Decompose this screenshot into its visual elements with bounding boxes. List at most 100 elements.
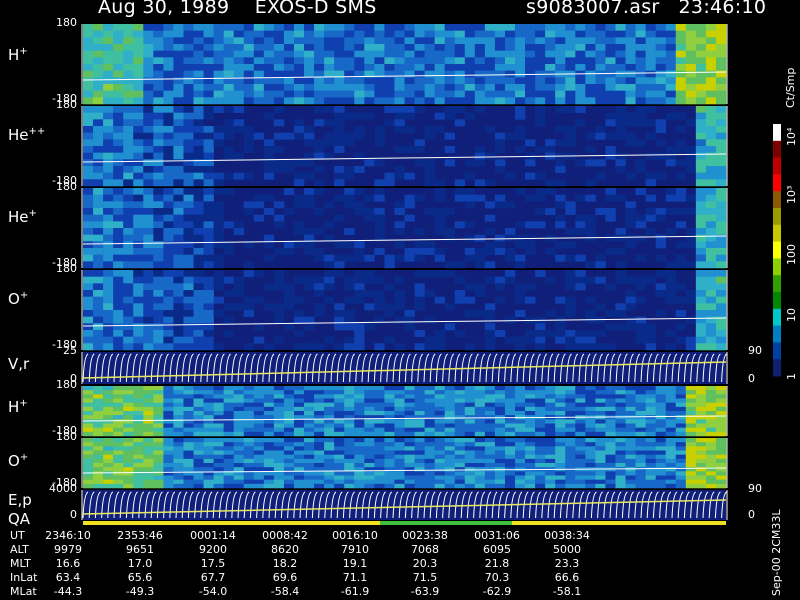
spectrogram-cell — [223, 463, 235, 468]
spectrogram-cell — [715, 90, 727, 98]
spectrogram-cell — [263, 254, 275, 262]
spectrogram-cell — [655, 390, 667, 395]
spectrogram-cell — [223, 90, 235, 98]
spectrogram-cell — [344, 57, 355, 65]
spectrogram-cell — [504, 24, 516, 31]
spectrogram-cell — [454, 179, 466, 187]
spectrogram-cell — [555, 411, 566, 416]
spectrogram-cell — [223, 152, 235, 160]
spectrogram-cell — [685, 241, 697, 249]
spectrogram-cell — [143, 398, 154, 403]
spectrogram-cell — [253, 77, 265, 85]
spectrogram-cell — [695, 106, 707, 113]
spectrogram-cell — [203, 442, 214, 447]
spectrogram-cell — [404, 479, 415, 485]
spectrogram-cell — [404, 310, 415, 317]
spectrogram-cell — [605, 454, 616, 460]
spectrogram-cell — [344, 419, 355, 424]
spectrogram-cell — [615, 471, 626, 476]
spectrogram-cell — [565, 431, 576, 437]
spectrogram-cell — [183, 139, 194, 147]
spectrogram-cell — [545, 423, 556, 428]
spectrogram-cell — [364, 398, 375, 403]
spectrogram-cell — [213, 310, 224, 317]
table-cell: 0038:34 — [544, 529, 590, 542]
spectrogram-cell — [675, 475, 687, 480]
spectrogram-cell — [464, 248, 476, 255]
spectrogram-cell — [715, 402, 727, 408]
spectrogram-cell — [103, 194, 114, 202]
spectrogram-cell — [394, 471, 405, 476]
spectrogram-cell — [93, 37, 104, 45]
spectrogram-cell — [293, 44, 305, 51]
spectrogram-cell — [515, 296, 526, 304]
spectrogram-cell — [273, 427, 285, 433]
spectrogram-cell — [545, 438, 556, 443]
spectrogram-cell — [525, 431, 536, 437]
spectrogram-cell — [83, 467, 94, 472]
spectrogram-cell — [223, 411, 235, 416]
spectrogram-cell — [454, 24, 466, 31]
spectrogram-cell — [585, 438, 596, 443]
spectrogram-cell — [273, 483, 285, 489]
spectrogram-cell — [615, 37, 626, 45]
spectrogram-cell — [83, 228, 94, 235]
spectrogram-cell — [314, 454, 325, 460]
spectrogram-cell — [193, 261, 204, 269]
spectrogram-cell — [575, 446, 586, 451]
header-file: s9083007.asr — [526, 0, 660, 18]
spectrogram-cell — [424, 50, 435, 58]
spectrogram-cell — [314, 37, 325, 45]
spectrogram-cell — [665, 90, 677, 98]
spectrogram-cell — [203, 221, 214, 229]
spectrogram-cell — [83, 37, 94, 45]
spectrogram-cell — [675, 194, 687, 202]
spectrogram-cell — [374, 398, 385, 403]
spectrogram-cell — [494, 166, 506, 173]
spectrogram-cell — [93, 471, 104, 476]
spectrogram-cell — [153, 50, 164, 58]
spectrogram-cell — [695, 201, 707, 209]
spectrogram-cell — [655, 119, 667, 127]
spectrogram-cell — [655, 402, 667, 408]
spectrogram-cell — [555, 402, 566, 408]
spectrogram-cell — [434, 431, 445, 437]
spectrogram-cell — [324, 106, 335, 113]
spectrogram-cell — [354, 411, 365, 416]
spectrogram-cell — [464, 390, 476, 395]
spectrogram-cell — [123, 248, 134, 255]
spectrogram-cell — [374, 394, 385, 399]
spectrogram-cell — [575, 84, 586, 91]
spectrogram-cell — [595, 84, 606, 91]
spectrogram-cell — [414, 458, 425, 464]
spectrogram-cell — [434, 179, 445, 187]
spectrogram-cell — [605, 64, 616, 71]
spectrogram-cell — [304, 90, 315, 98]
spectrogram-cell — [494, 90, 506, 98]
spectrogram-cell — [83, 90, 94, 98]
table-cell: 66.6 — [554, 571, 580, 584]
spectrogram-cell — [404, 254, 415, 262]
spectrogram-cell — [695, 316, 707, 324]
spectrogram-cell — [133, 172, 144, 180]
spectrogram-cell — [83, 166, 94, 173]
spectrogram-cell — [675, 398, 687, 403]
spectrogram-cell — [163, 323, 174, 331]
spectrogram-cell — [203, 139, 214, 147]
spectrogram-cell — [153, 221, 164, 229]
spectrogram-cell — [484, 24, 496, 31]
spectrogram-cell — [193, 330, 204, 337]
spectrogram-cell — [193, 90, 204, 98]
spectrogram-cell — [143, 188, 154, 195]
spectrogram-cell — [494, 483, 506, 489]
spectrogram-cell — [635, 463, 646, 468]
spectrogram-cell — [203, 431, 214, 437]
spectrogram-cell — [414, 57, 425, 65]
spectrogram-cell — [615, 446, 626, 451]
spectrogram-cell — [444, 208, 456, 215]
spectrogram-cell — [474, 463, 486, 468]
spectrogram-cell — [494, 398, 506, 403]
spectrogram-cell — [424, 402, 435, 408]
spectrogram-cell — [133, 201, 144, 209]
spectrogram-cell — [183, 276, 194, 284]
